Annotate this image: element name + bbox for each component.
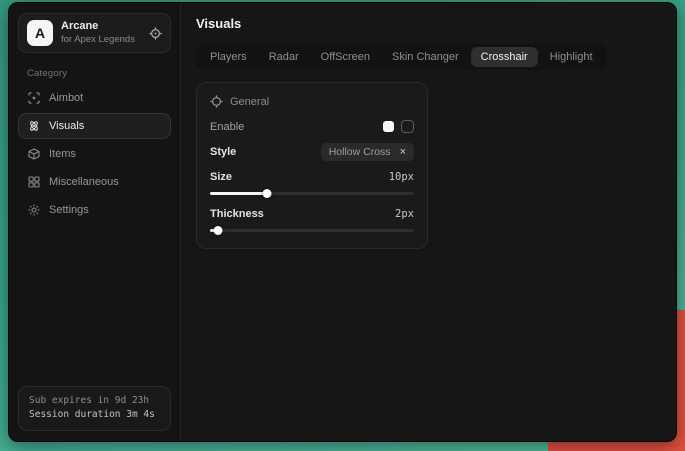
- tab-highlight[interactable]: Highlight: [540, 47, 603, 67]
- thickness-slider-thumb[interactable]: [214, 226, 223, 235]
- tab-radar[interactable]: Radar: [259, 47, 309, 67]
- general-settings-panel: General Enable Style Hollow Cross ×: [196, 82, 428, 249]
- thickness-slider[interactable]: [210, 226, 414, 235]
- size-slider-thumb[interactable]: [263, 189, 272, 198]
- brand-subtitle: for Apex Legends: [61, 34, 141, 46]
- aimbot-scope-icon: [28, 92, 40, 104]
- tab-crosshair[interactable]: Crosshair: [471, 47, 538, 67]
- tab-offscreen[interactable]: OffScreen: [311, 47, 380, 67]
- arcane-menu-window: A Arcane for Apex Legends Category: [8, 2, 677, 442]
- sidebar-item-label: Miscellaneous: [49, 176, 119, 188]
- sub-expires-text: Sub expires in 9d 23h: [29, 394, 160, 409]
- style-selected-value: Hollow Cross: [329, 146, 391, 158]
- sidebar-item-items[interactable]: Items: [18, 141, 171, 167]
- game-background: A Arcane for Apex Legends Category: [0, 0, 685, 451]
- size-label: Size: [210, 171, 232, 183]
- panel-header-label: General: [230, 96, 269, 108]
- clear-style-icon[interactable]: ×: [400, 147, 406, 158]
- crosshair-icon: [210, 95, 223, 108]
- sidebar-item-aimbot[interactable]: Aimbot: [18, 85, 171, 111]
- subscription-status-box: Sub expires in 9d 23h Session duration 3…: [18, 386, 171, 431]
- thickness-value: 2px: [395, 208, 414, 220]
- sidebar-nav: Aimbot Visuals: [18, 85, 171, 223]
- sidebar-item-settings[interactable]: Settings: [18, 197, 171, 223]
- sidebar-item-label: Visuals: [49, 120, 84, 132]
- sidebar-item-visuals[interactable]: Visuals: [18, 113, 171, 139]
- enable-label: Enable: [210, 121, 244, 133]
- thickness-label: Thickness: [210, 208, 264, 220]
- category-label: Category: [27, 68, 171, 79]
- enable-keybind-box[interactable]: [401, 120, 414, 133]
- sidebar-item-label: Settings: [49, 204, 89, 216]
- session-duration-text: Session duration 3m 4s: [29, 408, 160, 423]
- style-label: Style: [210, 146, 236, 158]
- tab-bar: Players Radar OffScreen Skin Changer Cro…: [196, 44, 607, 70]
- sidebar-item-label: Aimbot: [49, 92, 83, 104]
- items-box-icon: [28, 148, 40, 160]
- brand-title: Arcane: [61, 20, 141, 34]
- size-value: 10px: [389, 171, 414, 183]
- thickness-slider-track[interactable]: [210, 229, 414, 232]
- style-row: Style Hollow Cross ×: [210, 143, 414, 161]
- crosshair-target-icon[interactable]: [149, 27, 162, 40]
- enable-row: Enable: [210, 120, 414, 133]
- style-select[interactable]: Hollow Cross ×: [321, 143, 414, 161]
- sidebar: A Arcane for Apex Legends Category: [9, 3, 181, 441]
- settings-gear-icon: [28, 204, 40, 216]
- brand-card: A Arcane for Apex Legends: [18, 13, 171, 53]
- main-content: Visuals Players Radar OffScreen Skin Cha…: [181, 3, 676, 441]
- visuals-atom-icon: [28, 120, 40, 132]
- thickness-row: Thickness 2px: [210, 208, 414, 220]
- size-slider-fill: [210, 192, 267, 195]
- misc-grid-icon: [28, 176, 40, 188]
- page-title: Visuals: [196, 16, 661, 31]
- tab-players[interactable]: Players: [200, 47, 257, 67]
- size-slider[interactable]: [210, 189, 414, 198]
- brand-logo: A: [27, 20, 53, 46]
- size-row: Size 10px: [210, 171, 414, 183]
- sidebar-item-label: Items: [49, 148, 76, 160]
- enable-checkbox-checked[interactable]: [383, 121, 394, 132]
- sidebar-item-miscellaneous[interactable]: Miscellaneous: [18, 169, 171, 195]
- tab-skin-changer[interactable]: Skin Changer: [382, 47, 469, 67]
